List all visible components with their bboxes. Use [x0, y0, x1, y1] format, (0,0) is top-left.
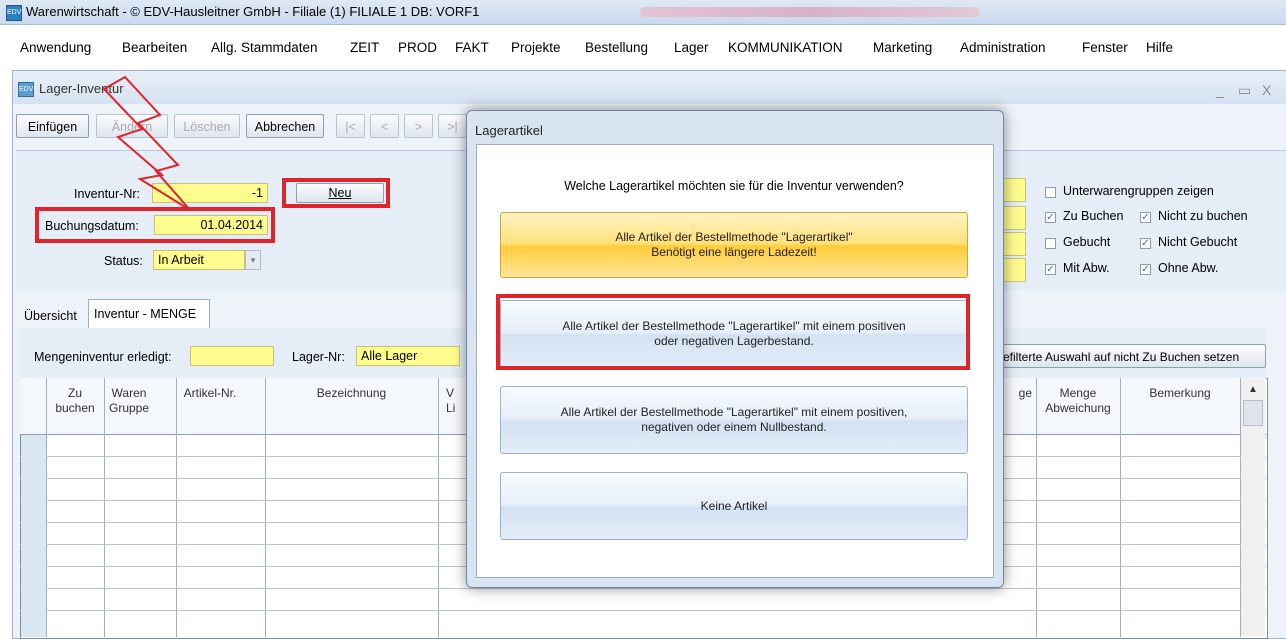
col-lieferant-line2: Li [446, 401, 456, 415]
menu-anwendung[interactable]: Anwendung [20, 40, 91, 55]
col-waren-gruppe-line1: Waren [111, 386, 147, 400]
menu-zeit[interactable]: ZEIT [350, 40, 379, 55]
blurred-title-region [640, 7, 980, 17]
menu-fenster[interactable]: Fenster [1082, 40, 1128, 55]
nicht-gebucht-checkbox[interactable]: ✓ [1140, 238, 1151, 249]
option-all-lagerartikel-button[interactable]: Alle Artikel der Bestellmethode "Lagerar… [500, 212, 968, 278]
option3-line1: Alle Artikel der Bestellmethode "Lagerar… [560, 405, 908, 419]
col-waren-gruppe-line2: Gruppe [108, 401, 150, 415]
zu-buchen-checkbox[interactable]: ✓ [1045, 212, 1056, 223]
status-label: Status: [104, 254, 143, 268]
app-titlebar: EDV Warenwirtschaft - © EDV-Hausleitner … [0, 0, 1286, 25]
gebucht-checkbox[interactable] [1045, 238, 1056, 249]
cancel-button[interactable]: Abbrechen [246, 114, 324, 138]
insert-button[interactable]: Einfügen [16, 114, 89, 138]
menu-kommunikation[interactable]: KOMMUNIKATION [728, 40, 843, 55]
last-record-button[interactable]: >| [438, 114, 467, 138]
dialog-question: Welche Lagerartikel möchten sie für die … [564, 179, 904, 193]
lager-nr-label: Lager-Nr: [292, 350, 345, 364]
new-button-highlight [282, 178, 390, 208]
filter-selection-button[interactable]: efilterte Auswahl auf nicht Zu Buchen se… [1000, 344, 1266, 368]
filter-field-2[interactable] [1002, 206, 1026, 230]
menu-administration[interactable]: Administration [960, 40, 1046, 55]
menu-lager[interactable]: Lager [674, 40, 709, 55]
col-menge-abw-line2: Abweichung [1045, 401, 1111, 415]
menu-projekte[interactable]: Projekte [511, 40, 561, 55]
col-menge-abw-line1: Menge [1059, 386, 1097, 400]
window-icon: EDV [18, 82, 34, 97]
inventory-window-titlebar: EDV Lager-Inventur [13, 71, 1286, 104]
menubar: Anwendung Bearbeiten Allg. Stammdaten ZE… [0, 34, 1286, 60]
col-lieferant-line1: V [446, 386, 455, 400]
row-selector-column [21, 435, 46, 637]
col-artikel-nr[interactable]: Artikel-Nr. [176, 386, 244, 401]
option-with-null-button[interactable]: Alle Artikel der Bestellmethode "Lagerar… [500, 386, 968, 454]
dialog-title: Lagerartikel [475, 123, 543, 138]
mit-abw-label: Mit Abw. [1063, 261, 1110, 275]
nicht-zu-buchen-checkbox[interactable]: ✓ [1140, 212, 1151, 223]
chevron-down-icon[interactable]: ▾ [245, 250, 261, 270]
mengen-erledigt-label: Mengeninventur erledigt: [34, 350, 172, 364]
option-no-articles-button[interactable]: Keine Artikel [500, 472, 968, 540]
filter-field-4[interactable] [1002, 258, 1026, 282]
gebucht-label: Gebucht [1063, 235, 1111, 249]
col-zu-buchen-line2: buchen [55, 401, 95, 415]
col-menge-abweichung[interactable]: Menge Abweichung [1036, 386, 1120, 416]
nicht-zu-buchen-label: Nicht zu buchen [1158, 209, 1248, 223]
col-lieferant-partial[interactable]: V Li [446, 386, 466, 416]
maximize-icon[interactable]: ▭ [1238, 82, 1251, 99]
filter-field-1[interactable] [1002, 178, 1026, 202]
first-record-button[interactable]: |< [336, 114, 365, 138]
lager-nr-field[interactable]: Alle Lager [356, 346, 460, 366]
dialog-titlebar: Lagerartikel [471, 113, 997, 141]
menu-fakt[interactable]: FAKT [455, 40, 489, 55]
option1-line1: Alle Artikel der Bestellmethode "Lagerar… [615, 230, 853, 244]
mit-abw-checkbox[interactable]: ✓ [1045, 264, 1056, 275]
menu-bestellung[interactable]: Bestellung [585, 40, 648, 55]
ohne-abw-label: Ohne Abw. [1158, 261, 1219, 275]
menu-hilfe[interactable]: Hilfe [1146, 40, 1173, 55]
close-icon[interactable]: X [1262, 82, 1271, 98]
menu-allg-stammdaten[interactable]: Allg. Stammdaten [211, 40, 318, 55]
col-bezeichnung[interactable]: Bezeichnung [265, 386, 438, 401]
col-zu-buchen[interactable]: Zu buchen [46, 386, 104, 416]
menu-prod[interactable]: PROD [398, 40, 437, 55]
scroll-thumb[interactable] [1243, 400, 1263, 426]
nicht-gebucht-label: Nicht Gebucht [1158, 235, 1238, 249]
lightning-arrow-icon [102, 75, 191, 211]
tab-overview[interactable]: Übersicht [24, 309, 77, 323]
status-select[interactable]: In Arbeit [153, 250, 245, 270]
tab-menge-label: Inventur - MENGE [94, 307, 197, 321]
menu-bearbeiten[interactable]: Bearbeiten [122, 40, 187, 55]
option2-highlight [496, 294, 970, 370]
next-record-button[interactable]: > [404, 114, 433, 138]
col-waren-gruppe[interactable]: Waren Gruppe [104, 386, 154, 416]
scroll-up-icon[interactable]: ▲ [1243, 381, 1263, 399]
zu-buchen-label: Zu Buchen [1063, 209, 1124, 223]
minimize-icon[interactable]: _ [1216, 82, 1224, 98]
col-zu-buchen-line1: Zu [67, 386, 82, 400]
app-title: Warenwirtschaft - © EDV-Hausleitner GmbH… [26, 4, 480, 19]
tab-menge[interactable]: Inventur - MENGE [88, 299, 210, 328]
filter-field-3[interactable] [1002, 232, 1026, 256]
menu-marketing[interactable]: Marketing [873, 40, 932, 55]
mengen-erledigt-field[interactable] [190, 346, 274, 366]
col-menge-partial[interactable]: ge [1006, 386, 1032, 401]
unterwarengruppen-checkbox[interactable] [1045, 187, 1056, 198]
option1-line2: Benötigt eine längere Ladezeit! [651, 245, 817, 259]
prev-record-button[interactable]: < [370, 114, 399, 138]
option3-line2: negativen oder einem Nullbestand. [641, 420, 827, 434]
unterwarengruppen-label: Unterwarengruppen zeigen [1063, 184, 1214, 198]
ohne-abw-checkbox[interactable]: ✓ [1140, 264, 1151, 275]
col-bemerkung[interactable]: Bemerkung [1120, 386, 1240, 401]
app-icon: EDV [6, 5, 22, 21]
